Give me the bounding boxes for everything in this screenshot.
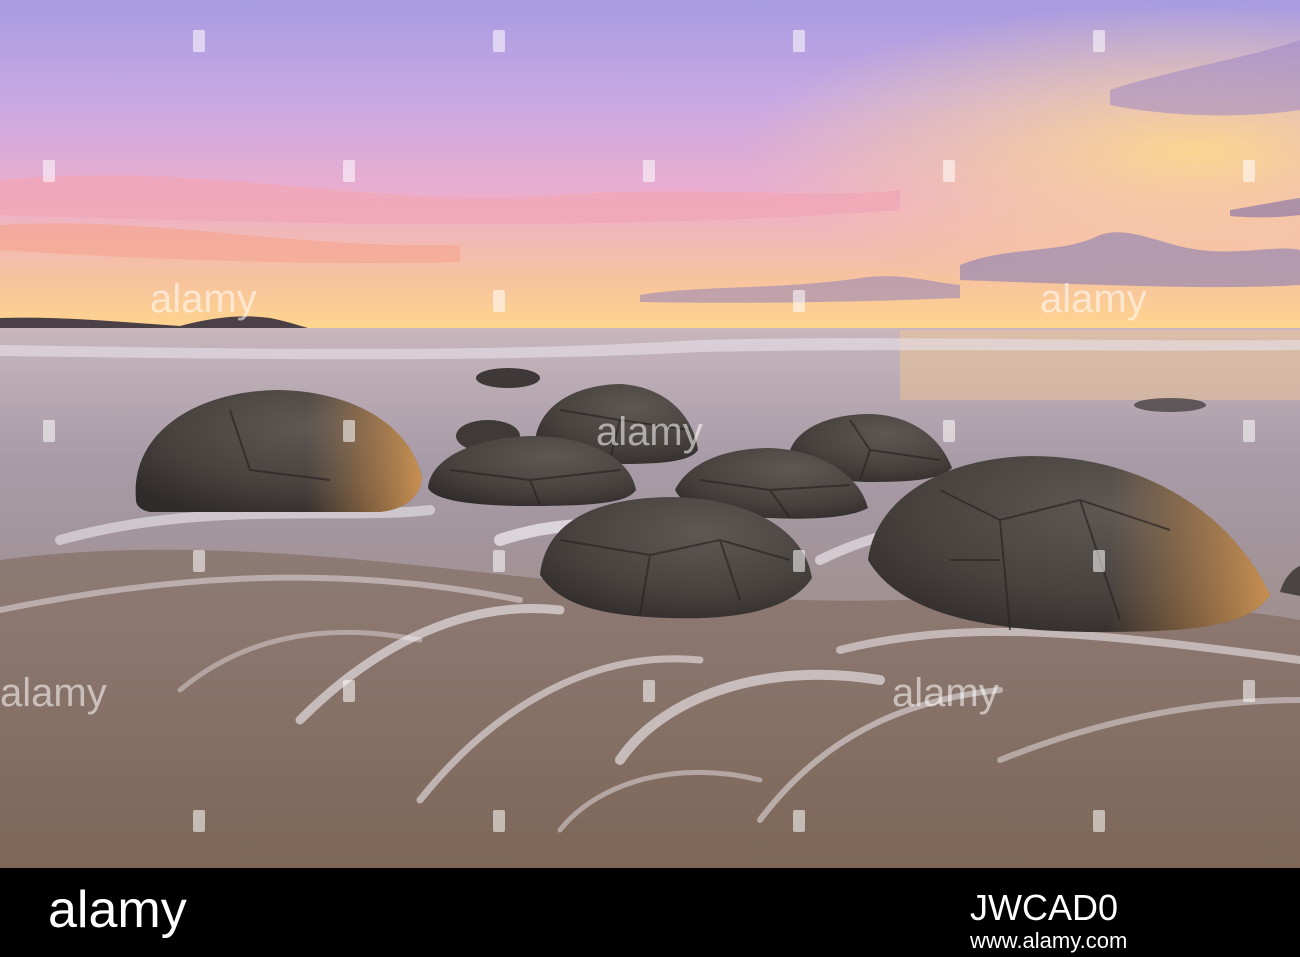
site-url: www.alamy.com [970,928,1128,953]
watermark-text: alamy [150,277,257,321]
watermark-text: alamy [892,671,999,715]
photo-stage: alamy alamy alamy alamy alamy alamy JWCA… [0,0,1300,957]
watermark-text: alamy [0,671,107,715]
beach-boulders-photo: alamy alamy alamy alamy alamy [0,0,1300,868]
watermark-text: alamy [596,410,703,454]
footer-bar: alamy JWCAD0 www.alamy.com [0,868,1300,957]
watermark-text: alamy [1040,277,1147,321]
image-id: JWCAD0 [970,887,1119,928]
alamy-logo: alamy [48,881,187,939]
